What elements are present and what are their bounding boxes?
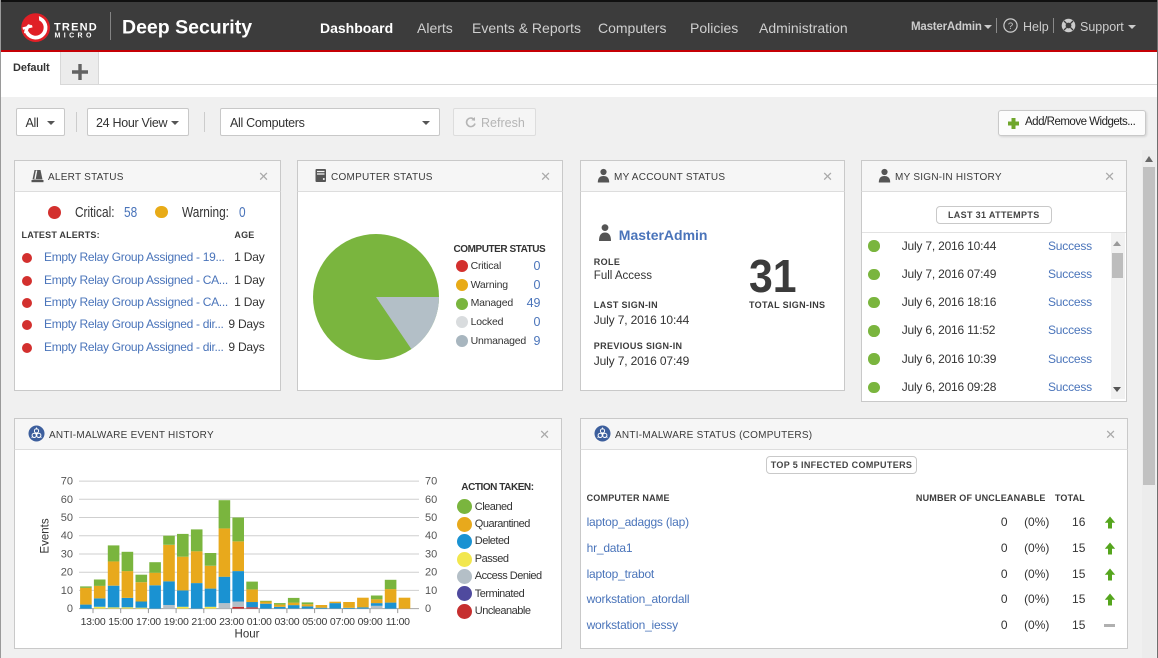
svg-text:Events: Events	[40, 518, 52, 553]
svg-text:11:00: 11:00	[386, 616, 410, 628]
svg-text:0: 0	[425, 603, 431, 615]
svg-text:50: 50	[425, 512, 437, 524]
svg-text:60: 60	[425, 494, 437, 506]
svg-text:MICRO: MICRO	[55, 33, 95, 40]
svg-text:70: 70	[425, 476, 437, 488]
svg-text:40: 40	[425, 530, 437, 542]
svg-text:20: 20	[425, 567, 437, 579]
svg-text:09:00: 09:00	[358, 616, 383, 628]
svg-text:0: 0	[67, 603, 73, 615]
svg-text:10: 10	[425, 585, 437, 597]
svg-text:?: ?	[1008, 21, 1013, 32]
svg-text:40: 40	[61, 530, 73, 542]
svg-text:19:00: 19:00	[164, 616, 189, 628]
svg-text:20: 20	[61, 567, 73, 579]
svg-text:Deep Security: Deep Security	[122, 17, 252, 39]
svg-text:70: 70	[61, 476, 73, 488]
svg-text:05:00: 05:00	[302, 616, 327, 628]
svg-text:50: 50	[61, 512, 73, 524]
svg-text:30: 30	[425, 549, 437, 561]
svg-text:15:00: 15:00	[108, 616, 133, 628]
svg-text:23:00: 23:00	[219, 616, 244, 628]
svg-text:13:00: 13:00	[81, 616, 106, 628]
svg-text:30: 30	[61, 549, 73, 561]
svg-text:21:00: 21:00	[191, 616, 216, 628]
svg-text:10: 10	[61, 585, 73, 597]
svg-text:60: 60	[61, 494, 73, 506]
svg-text:17:00: 17:00	[136, 616, 161, 628]
svg-text:03:00: 03:00	[275, 616, 300, 628]
svg-text:01:00: 01:00	[247, 616, 272, 628]
svg-text:Hour: Hour	[235, 629, 260, 641]
svg-text:07:00: 07:00	[330, 616, 355, 628]
